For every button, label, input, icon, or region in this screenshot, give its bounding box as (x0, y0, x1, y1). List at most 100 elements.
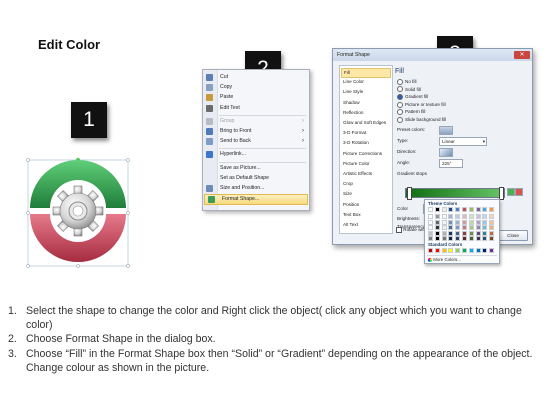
color-swatch[interactable] (448, 236, 454, 241)
standard-color-swatch[interactable] (455, 248, 461, 253)
fill-option[interactable]: Pattern fill (397, 108, 425, 116)
color-swatch[interactable] (448, 207, 454, 212)
category-item[interactable]: Reflection (343, 109, 363, 117)
color-swatch[interactable] (462, 230, 467, 236)
color-swatch[interactable] (448, 214, 454, 220)
fill-option[interactable]: Gradient fill (397, 93, 428, 100)
color-swatch[interactable] (489, 214, 495, 220)
color-swatch[interactable] (475, 207, 481, 212)
color-swatch[interactable] (462, 207, 467, 212)
menu-item-paste[interactable]: Paste (203, 93, 309, 102)
color-swatch[interactable] (475, 214, 481, 220)
color-swatch[interactable] (489, 230, 495, 236)
close-button[interactable]: Close (498, 230, 528, 241)
direction-dropdown[interactable] (439, 148, 453, 157)
gradient-stops-bar[interactable] (405, 187, 505, 200)
color-swatch[interactable] (441, 230, 447, 236)
color-swatch[interactable] (441, 225, 447, 231)
standard-color-swatch[interactable] (475, 248, 481, 253)
color-swatch[interactable] (468, 214, 474, 220)
color-swatch[interactable] (455, 230, 461, 236)
menu-item-edit-text[interactable]: Edit Text (203, 104, 309, 113)
color-swatch[interactable] (441, 219, 447, 225)
add-stop-icon[interactable] (507, 188, 515, 196)
color-swatch[interactable] (455, 219, 461, 225)
fill-option[interactable]: Slide background fill (397, 116, 446, 123)
menu-item-save-as-picture[interactable]: Save as Picture... (203, 164, 309, 173)
checkbox[interactable] (396, 227, 402, 233)
radio-button[interactable] (397, 86, 403, 93)
color-swatch[interactable] (489, 225, 495, 231)
color-swatch[interactable] (448, 225, 454, 231)
color-swatch[interactable] (434, 236, 440, 241)
standard-color-swatch[interactable] (489, 248, 495, 253)
color-swatch[interactable] (434, 214, 440, 220)
radio-button[interactable] (397, 116, 403, 123)
standard-color-swatch[interactable] (441, 248, 447, 253)
color-swatch[interactable] (428, 219, 433, 225)
type-select[interactable]: Linear ▾ (439, 137, 487, 146)
gradient-stop-handle[interactable] (407, 187, 412, 200)
remove-stop-icon[interactable] (515, 188, 523, 196)
category-item[interactable]: Line Color (343, 78, 364, 86)
menu-item-copy[interactable]: Copy (203, 83, 309, 92)
menu-item-cut[interactable]: Cut (203, 73, 309, 82)
color-swatch[interactable] (434, 207, 440, 212)
radio-button[interactable] (397, 78, 403, 85)
color-swatch[interactable] (428, 207, 433, 212)
color-swatch[interactable] (482, 230, 488, 236)
color-swatch[interactable] (428, 230, 433, 236)
category-item[interactable]: 3-D Rotation (343, 139, 369, 147)
fill-option[interactable]: No fill (397, 78, 417, 85)
menu-item-bring-to-front[interactable]: Bring to Front › (203, 127, 309, 136)
color-swatch[interactable] (489, 236, 495, 241)
category-item[interactable]: Picture Color (343, 160, 370, 168)
category-item[interactable]: 3-D Format (343, 129, 366, 137)
category-item[interactable]: Alt Text (343, 221, 358, 229)
color-swatch[interactable] (455, 207, 461, 212)
standard-color-swatch[interactable] (462, 248, 467, 253)
category-item[interactable]: Glow and Soft Edges (343, 119, 386, 127)
menu-item-group[interactable]: Group › (203, 117, 309, 126)
color-swatch[interactable] (475, 225, 481, 231)
color-swatch[interactable] (428, 236, 433, 241)
menu-item-format-shape[interactable]: Format Shape... (204, 194, 308, 206)
color-swatch[interactable] (428, 225, 433, 231)
color-swatch[interactable] (455, 236, 461, 241)
category-item[interactable]: Size (343, 190, 352, 198)
color-swatch[interactable] (434, 225, 440, 231)
category-item[interactable]: Shadow (343, 99, 360, 107)
color-swatch[interactable] (455, 225, 461, 231)
color-swatch[interactable] (455, 214, 461, 220)
color-swatch[interactable] (462, 236, 467, 241)
color-swatch[interactable] (448, 219, 454, 225)
fill-option[interactable]: Solid fill (397, 86, 421, 93)
color-swatch[interactable] (434, 230, 440, 236)
standard-color-swatch[interactable] (468, 248, 474, 253)
radio-button[interactable] (397, 101, 403, 108)
color-swatch[interactable] (462, 214, 467, 220)
color-swatch[interactable] (475, 230, 481, 236)
category-item[interactable]: Picture Corrections (343, 150, 382, 158)
color-swatch[interactable] (489, 219, 495, 225)
color-swatch[interactable] (441, 207, 447, 212)
radio-button[interactable] (397, 93, 403, 100)
fill-option[interactable]: Picture or texture fill (397, 101, 446, 108)
color-swatch[interactable] (434, 219, 440, 225)
category-item[interactable]: Line Style (343, 88, 363, 96)
color-swatch[interactable] (475, 219, 481, 225)
angle-input[interactable]: 225° (439, 159, 463, 168)
standard-color-swatch[interactable] (448, 248, 454, 253)
category-item[interactable]: Position (343, 201, 359, 209)
color-swatch[interactable] (441, 214, 447, 220)
color-swatch[interactable] (482, 236, 488, 241)
radio-button[interactable] (397, 109, 403, 116)
category-item[interactable]: Fill (341, 68, 391, 78)
color-swatch[interactable] (482, 225, 488, 231)
standard-color-swatch[interactable] (482, 248, 488, 253)
color-swatch[interactable] (462, 225, 467, 231)
color-swatch[interactable] (428, 214, 433, 220)
color-swatch[interactable] (468, 219, 474, 225)
standard-color-swatch[interactable] (434, 248, 440, 253)
color-swatch[interactable] (482, 214, 488, 220)
